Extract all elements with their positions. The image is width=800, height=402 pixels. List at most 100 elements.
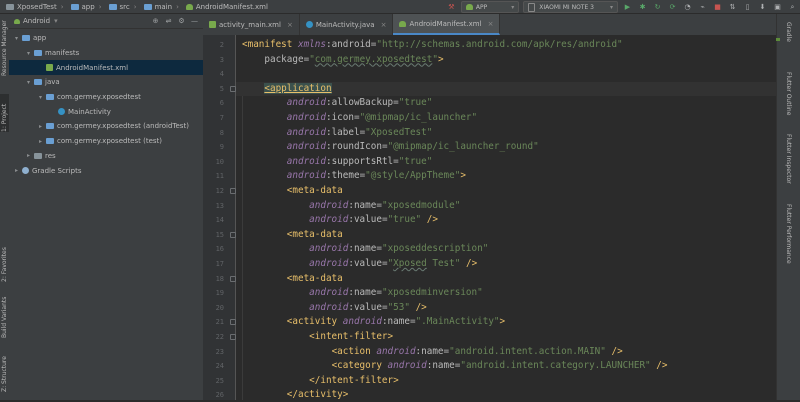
line-number: 15 [215,230,224,239]
tree-item[interactable]: ▸ Gradle Scripts [9,163,203,178]
folder-icon [22,35,30,42]
tree-item[interactable]: ▸ com.germey.xposedtest (test) [9,134,203,149]
code-editor[interactable]: <manifest xmlns:android="http://schemas.… [236,35,776,400]
breadcrumb-item[interactable]: app › [69,3,107,11]
chevron-down-icon: ▾ [54,17,58,25]
breadcrumb-item[interactable]: src › [107,3,142,11]
editor-tab[interactable]: MainActivity.java × [300,14,394,35]
code-line: <activity android:name=".MainActivity"> [286,316,506,328]
tree-item[interactable]: ▾ manifests [9,46,203,61]
tab-gradle[interactable]: Gradle [785,22,792,42]
tab-flutter-performance[interactable]: Flutter Performance [785,204,792,264]
tree-item[interactable]: ▾ app [9,31,203,46]
avd-manager-icon[interactable]: ▯ [743,3,752,12]
project-panel-header[interactable]: Android ▾ ⊕ ⇌ ⚙ — [9,14,203,29]
code-line: android:theme="@style/AppTheme"> [286,170,466,182]
device-select[interactable]: XIAOMI MI NOTE 3 ▾ [523,1,618,13]
android-icon [14,18,20,24]
code-line: android:value="true" /> [309,214,438,226]
close-icon[interactable]: × [488,20,494,28]
tree-item-label: Gradle Scripts [32,166,82,175]
tree-item[interactable]: ▸ com.germey.xposedtest (androidTest) [9,119,203,134]
chevron-right-icon: › [60,2,64,11]
breadcrumb-item[interactable]: main › [142,3,184,11]
editor-tab[interactable]: activity_main.xml × [203,14,300,35]
line-number: 17 [215,260,224,268]
tab-flutter-outline[interactable]: Flutter Outline [785,72,792,115]
sdk-manager-icon[interactable]: ⬇ [758,3,767,12]
breadcrumb-label: AndroidManifest.xml [195,2,268,11]
code-line: android:allowBackup="true" [286,97,433,109]
line-number: 19 [215,289,224,298]
code-line: android:value="Xposed Test" /> [309,258,478,269]
tree-item-label: com.germey.xposedtest [57,93,141,102]
close-icon[interactable]: × [287,21,293,29]
chevron-right-icon[interactable]: ▸ [37,138,44,145]
tree-item[interactable]: ▾ java [9,75,203,90]
code-line: android:name="xposedmodule" [309,199,461,211]
chevron-down-icon[interactable]: ▾ [25,50,32,57]
close-icon[interactable]: × [381,21,387,29]
package-icon [46,94,54,101]
attach-debugger-icon[interactable]: ⌁ [698,3,707,12]
code-line: android:value="53" /> [309,301,427,313]
code-line: <application [236,81,776,96]
chevron-down-icon[interactable]: ▾ [25,79,32,86]
profile-icon[interactable]: ◔ [683,3,692,12]
code-line: android:name="xposeddescription" [309,243,489,255]
run-icon[interactable]: ▶ [623,3,632,12]
search-icon[interactable]: ⌕ [788,3,797,12]
sync-gradle-icon[interactable]: ⇅ [728,3,737,12]
breadcrumb-label: app [81,2,95,11]
folder-icon [143,3,152,10]
line-number: 16 [215,245,224,254]
editor-tab[interactable]: AndroidManifest.xml × [393,14,501,35]
apply-changes-icon[interactable]: ↻ [653,3,662,12]
code-line: package="com.germey.xposedtest"> [264,53,444,65]
tree-item-label: res [45,151,56,160]
gear-icon[interactable]: ⚙ [177,16,186,25]
line-number: 13 [215,201,224,210]
chevron-down-icon[interactable]: ▾ [37,94,44,101]
tab-favorites[interactable]: 2: Favorites [0,242,9,282]
locate-icon[interactable]: ⊕ [151,16,160,25]
debug-icon[interactable]: ✱ [638,3,647,12]
editor-tab-label: AndroidManifest.xml [409,19,482,28]
hammer-icon[interactable]: ⚒ [447,3,456,12]
line-number: 2 [219,41,224,49]
tab-resource-manager[interactable]: Resource Manager [0,20,9,76]
chevron-right-icon[interactable]: ▸ [25,152,32,159]
minimize-icon[interactable]: — [190,16,199,25]
breadcrumb-item[interactable]: XposedTest › [4,3,69,11]
chevron-right-icon[interactable]: ▸ [37,123,44,130]
apply-code-changes-icon[interactable]: ⟳ [668,3,677,12]
line-number: 20 [215,303,224,312]
chevron-right-icon[interactable]: ▸ [13,167,20,174]
stop-icon[interactable]: ■ [713,3,722,12]
collapse-all-icon[interactable]: ⇌ [164,16,173,25]
package-icon [46,123,54,130]
class-icon [58,108,65,116]
chevron-down-icon[interactable]: ▾ [13,35,20,42]
line-number: 25 [215,376,224,385]
view-mode-select[interactable]: Android [23,17,50,25]
line-number: 3 [219,55,224,64]
tree-item[interactable]: AndroidManifest.xml [9,60,203,76]
navigation-bar: XposedTest › app › src › main › AndroidManifest.… [0,0,800,14]
tab-flutter-inspector[interactable]: Flutter Inspector [785,134,792,184]
tree-item[interactable]: MainActivity [9,104,203,119]
line-number: 18 [215,274,224,283]
package-icon [46,138,54,145]
code-line: <intent-filter> [309,331,394,342]
xml-file-icon [46,64,53,72]
line-number: 21 [215,318,224,327]
run-config-select[interactable]: APP ▾ [460,1,520,13]
tree-item[interactable]: ▸ res [9,149,203,164]
tab-structure[interactable]: Z: Structure [0,352,9,392]
tree-item[interactable]: ▾ com.germey.xposedtest [9,90,203,105]
layout-inspector-icon[interactable]: ▣ [773,3,782,12]
breadcrumb-item[interactable]: AndroidManifest.xml [184,3,270,11]
tab-build-variants[interactable]: Build Variants [0,294,9,338]
tab-project[interactable]: 1: Project [0,94,9,132]
editor-tabs: activity_main.xml × MainActivity.java × Andr… [203,14,776,36]
